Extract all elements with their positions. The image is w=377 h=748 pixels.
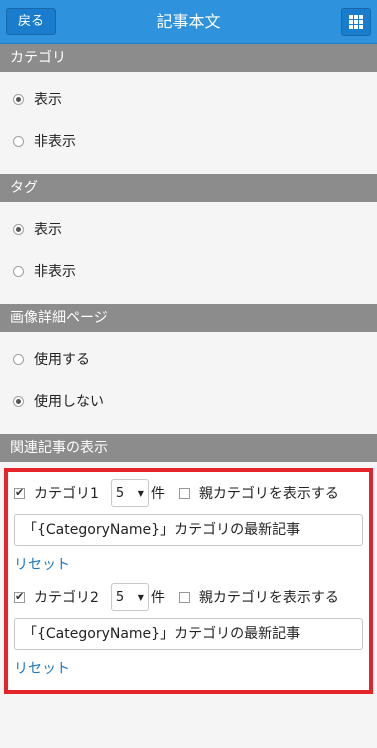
radio-image-detail-not-use[interactable]: 使用しない: [0, 380, 377, 422]
radio-label: 非表示: [34, 264, 76, 280]
count-unit: 件: [150, 590, 165, 606]
count-select[interactable]: 5 ▼: [110, 479, 149, 507]
reset-link[interactable]: リセット: [14, 554, 363, 574]
related-articles-panel: カテゴリ1 5 ▼ 件 親カテゴリを表示する 「{CategoryName}」カ…: [4, 468, 373, 694]
parent-category-checkbox[interactable]: [178, 591, 190, 603]
category-label: カテゴリ1: [34, 486, 99, 502]
related-title-input[interactable]: 「{CategoryName}」カテゴリの最新記事: [14, 514, 363, 546]
radio-label: 使用しない: [34, 394, 104, 410]
radio-button[interactable]: [13, 135, 24, 147]
header-bar: 戻る 記事本文: [0, 0, 377, 44]
radio-button[interactable]: [13, 93, 24, 105]
grid-icon: [349, 15, 363, 29]
radio-button[interactable]: [13, 223, 24, 235]
reset-link[interactable]: リセット: [14, 658, 363, 678]
radio-label: 使用する: [34, 352, 90, 368]
section-header-image-detail: 画像詳細ページ: [0, 304, 377, 332]
related-category-row: カテゴリ2 5 ▼ 件 親カテゴリを表示する: [14, 580, 363, 614]
radio-button[interactable]: [13, 353, 24, 365]
radio-tag-show[interactable]: 表示: [0, 208, 377, 250]
related-category-row: カテゴリ1 5 ▼ 件 親カテゴリを表示する: [14, 476, 363, 510]
count-unit: 件: [150, 486, 165, 502]
parent-category-label: 親カテゴリを表示する: [198, 486, 339, 502]
radio-image-detail-use[interactable]: 使用する: [0, 338, 377, 380]
section-header-tag: タグ: [0, 174, 377, 202]
section-header-category: カテゴリ: [0, 44, 377, 72]
section-header-related: 関連記事の表示: [0, 434, 377, 462]
dropdown-arrow-icon: ▼: [137, 488, 144, 498]
radio-label: 表示: [34, 92, 62, 108]
radio-category-show[interactable]: 表示: [0, 78, 377, 120]
radio-label: 表示: [34, 222, 62, 238]
radio-button[interactable]: [13, 395, 24, 407]
count-value: 5: [115, 589, 125, 605]
radio-button[interactable]: [13, 265, 24, 277]
radio-label: 非表示: [34, 134, 76, 150]
grid-menu-button[interactable]: [341, 8, 371, 36]
category-checkbox[interactable]: [14, 590, 25, 603]
dropdown-arrow-icon: ▼: [137, 592, 144, 602]
radio-tag-hide[interactable]: 非表示: [0, 250, 377, 292]
category-checkbox[interactable]: [14, 486, 25, 499]
page-title: 記事本文: [156, 12, 221, 31]
count-value: 5: [115, 485, 125, 501]
category-label: カテゴリ2: [34, 590, 99, 606]
parent-category-checkbox[interactable]: [178, 487, 190, 499]
parent-category-label: 親カテゴリを表示する: [198, 590, 339, 606]
radio-category-hide[interactable]: 非表示: [0, 120, 377, 162]
count-select[interactable]: 5 ▼: [110, 583, 149, 611]
related-title-input[interactable]: 「{CategoryName}」カテゴリの最新記事: [14, 618, 363, 650]
